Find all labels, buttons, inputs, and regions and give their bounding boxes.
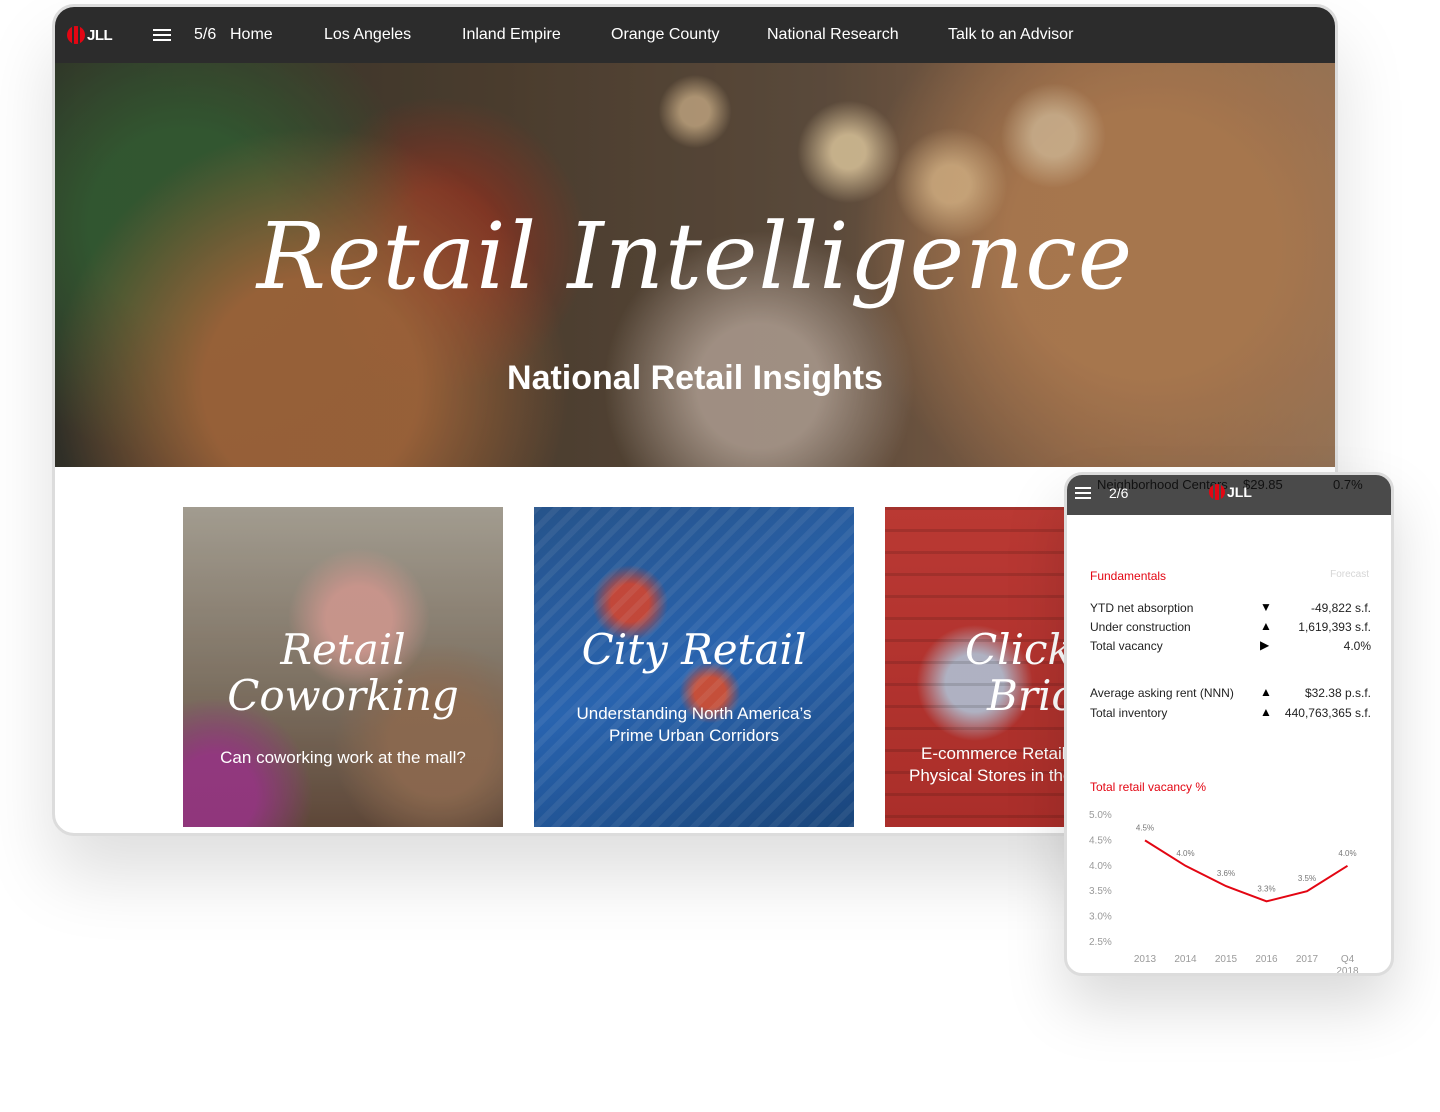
jll-logo[interactable]: JLL	[67, 26, 123, 44]
jll-logo-icon	[67, 26, 85, 44]
trend-up-icon: ▲	[1260, 619, 1272, 633]
top-navigation-bar: JLL 5/6 Home Los Angeles Inland Empire O…	[55, 7, 1335, 63]
forecast-label: Forecast	[1330, 569, 1369, 580]
metric-value: 440,763,365 s.f.	[1284, 706, 1371, 720]
y-tick-label: 3.5%	[1089, 886, 1112, 897]
nav-orange-county[interactable]: Orange County	[611, 26, 767, 44]
article-cards: Retail Coworking Can coworking work at t…	[183, 507, 1205, 827]
card-title: City Retail	[534, 627, 854, 673]
card-city-retail[interactable]: City Retail Understanding North America’…	[534, 507, 854, 827]
x-tick-label: 2014	[1174, 954, 1197, 965]
y-tick-label: 4.0%	[1089, 861, 1112, 872]
y-tick-label: 4.5%	[1089, 835, 1112, 846]
hero-subtitle: National Retail Insights	[507, 359, 883, 397]
metric-value: 4.0%	[1343, 639, 1371, 653]
data-label: 4.5%	[1136, 823, 1154, 832]
x-tick-label: Q4 2018	[1336, 954, 1359, 973]
fundamentals-heading: Fundamentals	[1090, 569, 1167, 583]
hero-title: Retail Intelligence	[256, 203, 1134, 310]
metric-row: Average asking rent (NNN) ▲ $32.38 p.s.f…	[1090, 685, 1371, 702]
metric-label: Total inventory	[1090, 706, 1168, 720]
data-label: 4.0%	[1176, 849, 1194, 858]
vacancy-line-chart: 5.0% 4.5% 4.0% 3.5% 3.0% 2.5% 2013 2014 2015 2016…	[1089, 810, 1359, 973]
trend-up-icon: ▲	[1260, 685, 1272, 699]
trend-up-icon: ▲	[1260, 705, 1272, 719]
metric-value: -49,822 s.f.	[1310, 601, 1371, 615]
trend-down-icon: ▼	[1260, 600, 1272, 614]
metric-row: Total inventory ▲ 440,763,365 s.f.	[1090, 705, 1371, 722]
nav-links: Home Los Angeles Inland Empire Orange Co…	[230, 26, 1088, 44]
logo-text: JLL	[1227, 484, 1252, 500]
hero-banner: Retail Intelligence National Retail Insi…	[55, 63, 1335, 467]
mobile-header-bar: Neighborhood Centers $29.85 0.7% 2/6 JLL	[1067, 475, 1391, 515]
logo-text: JLL	[87, 26, 113, 44]
x-tick-label: 2017	[1296, 954, 1319, 965]
page-indicator: 5/6	[194, 26, 217, 43]
metric-value: $32.38 p.s.f.	[1304, 686, 1371, 700]
card-retail-coworking[interactable]: Retail Coworking Can coworking work at t…	[183, 507, 503, 827]
card-subtitle-line: Understanding North America’s	[576, 704, 812, 723]
card-subtitle-line: Can coworking work at the mall?	[220, 748, 466, 767]
card-title-line: Retail	[280, 625, 406, 674]
card-title-line: City Retail	[581, 625, 807, 674]
x-tick-label: 2015	[1215, 954, 1238, 965]
menu-icon[interactable]	[153, 29, 171, 41]
ghost-row-pct: 0.7%	[1333, 477, 1363, 492]
mobile-preview: Neighborhood Centers $29.85 0.7% 2/6 JLL…	[1064, 472, 1394, 976]
card-subtitle-line: Prime Urban Corridors	[608, 726, 780, 745]
nav-inland-empire[interactable]: Inland Empire	[462, 26, 611, 44]
card-title: Retail Coworking	[183, 627, 503, 719]
jll-logo-icon	[1209, 484, 1225, 500]
nav-talk-to-advisor[interactable]: Talk to an Advisor	[948, 26, 1088, 44]
metric-label: Average asking rent (NNN)	[1090, 686, 1234, 700]
trend-flat-icon: ▶	[1260, 638, 1270, 652]
x-tick-label: 2013	[1134, 954, 1157, 965]
page-indicator: 2/6	[1109, 485, 1129, 501]
nav-los-angeles[interactable]: Los Angeles	[324, 26, 462, 44]
metric-label: Total vacancy	[1090, 639, 1163, 653]
data-label: 4.0%	[1338, 849, 1356, 858]
data-label: 3.6%	[1217, 869, 1235, 878]
metric-label: Under construction	[1090, 620, 1191, 634]
metric-row: YTD net absorption ▼ -49,822 s.f.	[1090, 600, 1371, 617]
y-tick-label: 3.0%	[1089, 912, 1112, 923]
card-subtitle: Understanding North America’s Prime Urba…	[534, 703, 854, 747]
metric-row: Total vacancy ▶ 4.0%	[1090, 638, 1371, 655]
nav-national-research[interactable]: National Research	[767, 26, 948, 44]
data-label: 3.5%	[1298, 874, 1316, 883]
metric-row: Under construction ▲ 1,619,393 s.f.	[1090, 619, 1371, 636]
y-tick-label: 5.0%	[1089, 810, 1112, 821]
nav-home[interactable]: Home	[230, 26, 324, 44]
series-line	[1144, 839, 1349, 903]
data-label: 3.3%	[1257, 884, 1275, 893]
metric-label: YTD net absorption	[1090, 601, 1194, 615]
card-subtitle: Can coworking work at the mall?	[183, 747, 503, 769]
menu-icon[interactable]	[1075, 487, 1091, 499]
x-tick-label: 2016	[1255, 954, 1278, 965]
chart-title: Total retail vacancy %	[1090, 780, 1207, 794]
metric-value: 1,619,393 s.f.	[1298, 620, 1371, 634]
y-tick-label: 2.5%	[1089, 937, 1112, 948]
jll-logo[interactable]: JLL	[1209, 484, 1252, 500]
card-title-line: Coworking	[227, 671, 459, 720]
